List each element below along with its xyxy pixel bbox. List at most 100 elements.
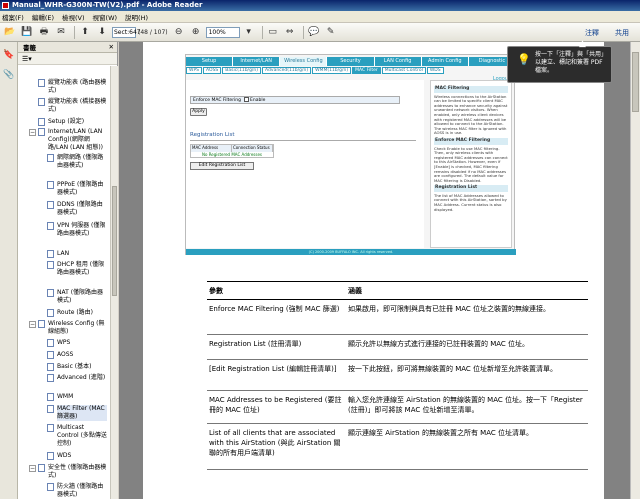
- bookmark-item[interactable]: Route (路由): [47, 309, 107, 317]
- bookmark-list: 縱覽功能表 (路由器模式) 縱覽功能表 (橋接器模式) Setup (設定) −…: [18, 66, 110, 499]
- embedded-screenshot: Setup Internet/LAN Wireless Config Secur…: [185, 54, 516, 255]
- table-row: [Edit Registration List (編輯註冊清單)] 按一下此按鈕…: [207, 360, 588, 391]
- registration-list-title: Registration List: [190, 132, 235, 138]
- zoom-select[interactable]: 100%: [205, 26, 240, 38]
- bookmark-item[interactable]: WPS: [47, 339, 107, 347]
- zoom-out-icon[interactable]: ⊖: [172, 25, 186, 39]
- bookmark-item[interactable]: 縱覽功能表 (路由器模式): [38, 79, 108, 95]
- zoom-in-icon[interactable]: ⊕: [189, 25, 203, 39]
- router-subtab: WMM(11b/g/n): [312, 67, 352, 74]
- lightbulb-icon: 💡: [517, 53, 531, 66]
- tooltip-text: 按一下「注釋」與「共用」以建立、標記和簽署 PDF 檔案。: [535, 51, 608, 74]
- print-icon[interactable]: 🖶: [37, 25, 51, 39]
- collapse-icon[interactable]: −: [29, 321, 36, 328]
- bookmark-icon: [38, 79, 45, 87]
- router-subtab: WPS: [186, 67, 203, 74]
- table-header: 參數 涵義: [207, 281, 588, 300]
- comment-icon[interactable]: 💬: [307, 25, 321, 39]
- scrollbar-thumb[interactable]: [112, 186, 117, 296]
- collapse-icon[interactable]: −: [29, 129, 36, 136]
- bookmark-icon: [47, 424, 54, 432]
- router-subtab: WDS: [426, 67, 444, 74]
- bookmark-icon: [47, 363, 54, 371]
- bookmark-icon: [47, 201, 54, 209]
- options-menu-icon[interactable]: ☰▾: [22, 55, 32, 63]
- bookmark-item[interactable]: VPN 伺服器 (僅限路由器模式): [47, 222, 107, 238]
- bookmark-icon: [47, 452, 54, 460]
- fit-page-icon[interactable]: ▭: [266, 25, 280, 39]
- close-icon[interactable]: ✕: [109, 43, 114, 51]
- parameter-table: 參數 涵義 Enforce MAC Filtering (強制 MAC 篩選) …: [207, 281, 588, 470]
- bookmark-icon: [47, 351, 54, 359]
- menu-view[interactable]: 檢視(V): [62, 12, 85, 22]
- attachment-tab-icon[interactable]: 📎: [2, 68, 16, 82]
- bookmark-item[interactable]: PPPoE (僅限路由器模式): [47, 181, 107, 197]
- dropdown-arrow-icon[interactable]: ▾: [242, 25, 256, 39]
- menu-bar: 檔案(F) 編輯(E) 檢視(V) 視窗(W) 說明(H): [0, 11, 640, 23]
- router-tab: Internet/LAN: [233, 57, 281, 66]
- bookmark-item[interactable]: DHCP 租用 (僅限路由器模式): [47, 261, 107, 277]
- apply-button-image: Apply: [190, 108, 207, 116]
- page-number-input[interactable]: Sect:647: [112, 26, 141, 38]
- bookmark-icon: [47, 261, 54, 269]
- menu-help[interactable]: 說明(H): [125, 12, 148, 22]
- bookmark-item[interactable]: AOSS: [47, 351, 107, 359]
- fit-width-icon[interactable]: ⇔: [283, 25, 297, 39]
- bookmark-item[interactable]: 網際網路 (僅限路由器模式): [47, 154, 107, 170]
- bookmarks-title: 書籤: [23, 44, 36, 52]
- bookmark-icon: [47, 339, 54, 347]
- router-tab: Setup: [186, 57, 234, 66]
- bookmark-item[interactable]: − Wireless Config (無線組態): [29, 320, 108, 336]
- bookmark-item[interactable]: Multicast Control (多點傳送控制): [47, 424, 107, 448]
- bookmark-tab-icon[interactable]: 🔖: [2, 48, 16, 62]
- email-icon[interactable]: ✉: [54, 25, 68, 39]
- router-subtab-active: MAC Filter: [352, 67, 381, 74]
- window-title: Manual_WHR-G300N-TW(V2).pdf - Adobe Read…: [12, 1, 203, 9]
- bookmark-item-selected[interactable]: MAC Filter (MAC 篩選器): [47, 405, 107, 421]
- bookmark-item[interactable]: WDS: [47, 452, 107, 460]
- bookmark-item[interactable]: 縱覽功能表 (橋接器模式): [38, 98, 108, 114]
- menu-window[interactable]: 視窗(W): [93, 12, 118, 22]
- collapse-icon[interactable]: −: [29, 465, 36, 472]
- bookmark-icon: [47, 181, 54, 189]
- bookmark-icon: [38, 98, 45, 106]
- document-scrollbar[interactable]: [630, 42, 640, 499]
- next-page-icon[interactable]: ⬇: [95, 25, 109, 39]
- caret-up-icon: ▲: [579, 39, 586, 49]
- router-main: Enforce MAC Filtering Enable Apply Regist…: [186, 80, 424, 248]
- menu-file[interactable]: 檔案(F): [2, 12, 24, 22]
- bookmark-item[interactable]: LAN: [47, 250, 107, 258]
- router-subtab: Advanced(11b/g/n): [262, 67, 312, 74]
- separator: [302, 25, 304, 39]
- bookmark-item[interactable]: Basic (基本): [47, 363, 107, 371]
- bookmark-item[interactable]: − 安全性 (僅限路由器模式): [29, 464, 108, 480]
- bookmark-icon: [47, 154, 54, 162]
- separator: [74, 25, 75, 39]
- router-footer: (C) 2000-2009 BUFFALO INC. All rights re…: [186, 249, 516, 255]
- bookmark-item[interactable]: NAT (僅限路由器模式): [47, 289, 107, 305]
- bookmark-item[interactable]: Setup (設定): [38, 118, 108, 126]
- bookmark-icon: [38, 128, 45, 136]
- prev-page-icon[interactable]: ⬆: [78, 25, 92, 39]
- sign-icon[interactable]: ✎: [324, 25, 338, 39]
- bookmark-icon: [38, 464, 45, 472]
- bookmark-item[interactable]: DDNS (僅限路由器模式): [47, 201, 107, 217]
- save-icon[interactable]: 💾: [20, 25, 34, 39]
- adobe-reader-icon: [2, 2, 9, 9]
- bookmarks-scrollbar[interactable]: [110, 66, 118, 499]
- bookmarks-header: 書籤 ✕: [18, 42, 117, 53]
- open-folder-icon[interactable]: 📂: [3, 25, 17, 39]
- bookmark-item[interactable]: Advanced (進階): [47, 374, 107, 382]
- bookmark-item[interactable]: 防火牆 (僅限路由器模式): [47, 483, 107, 499]
- router-tab: Admin Config: [421, 57, 469, 66]
- pdf-page: Setup Internet/LAN Wireless Config Secur…: [143, 42, 604, 499]
- bookmark-item[interactable]: WMM: [47, 393, 107, 401]
- bookmark-icon: [47, 393, 54, 401]
- scrollbar-thumb[interactable]: [632, 52, 639, 112]
- comment-panel-button[interactable]: 注釋: [585, 28, 599, 38]
- bookmark-item[interactable]: − Internet/LAN (LAN Config)(網際網路/LAN (LAN…: [29, 128, 108, 152]
- share-panel-button[interactable]: 共用: [615, 28, 629, 38]
- menu-edit[interactable]: 編輯(E): [32, 12, 54, 22]
- router-subnav: WPS AOSS Basic(11b/g/n) Advanced(11b/g/n…: [186, 67, 516, 74]
- router-nav: Setup Internet/LAN Wireless Config Secur…: [186, 57, 516, 66]
